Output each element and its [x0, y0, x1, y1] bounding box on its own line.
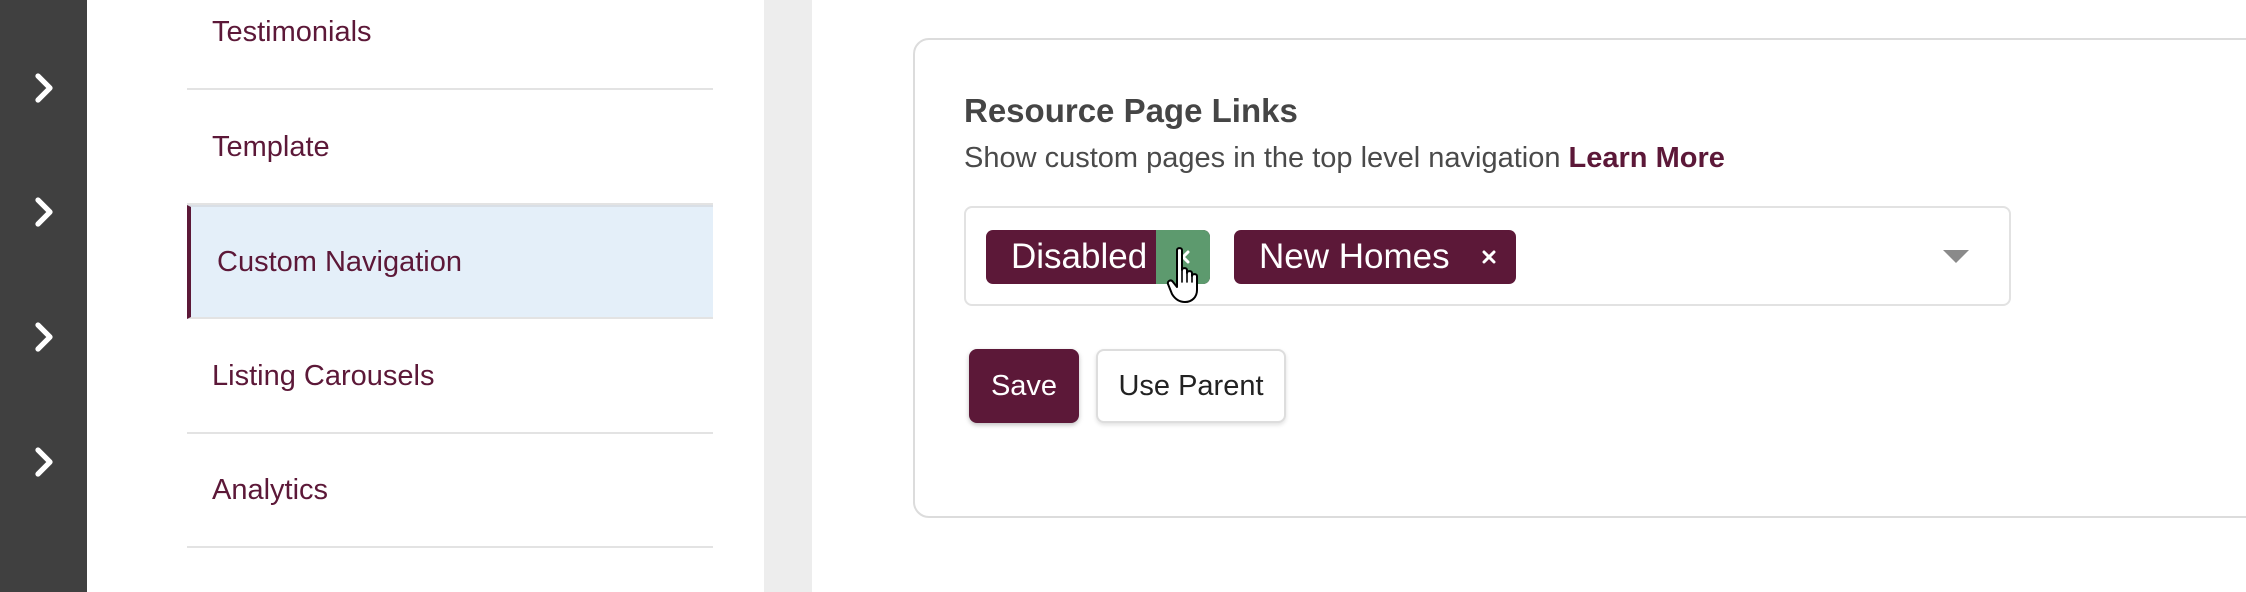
expand-button-1[interactable] — [0, 48, 87, 128]
expand-button-2[interactable] — [0, 172, 87, 252]
chevron-right-icon — [34, 447, 53, 477]
tag-remove-button[interactable] — [1156, 230, 1210, 284]
sidebar-item-label: Template — [212, 130, 330, 163]
close-icon — [1482, 250, 1496, 264]
save-button[interactable]: Save — [969, 349, 1079, 423]
close-icon — [1176, 250, 1190, 264]
card-title: Resource Page Links — [964, 92, 1298, 129]
chevron-right-icon — [34, 197, 53, 227]
sidebar-item-analytics[interactable]: Analytics — [187, 434, 713, 548]
tag-remove-button[interactable] — [1462, 230, 1516, 284]
chevron-right-icon — [34, 322, 53, 352]
tag-label: Disabled — [1011, 237, 1148, 276]
sidebar-item-template[interactable]: Template — [187, 91, 713, 205]
sidebar-item-custom-navigation[interactable]: Custom Navigation — [187, 205, 713, 319]
description-text: Show custom pages in the top level navig… — [964, 142, 1561, 174]
tag-new-homes: New Homes — [1234, 230, 1516, 284]
sidebar-item-label: Custom Navigation — [217, 245, 462, 278]
sidebar-item-listing-carousels[interactable]: Listing Carousels — [187, 320, 713, 434]
gutter — [87, 0, 137, 592]
expand-button-3[interactable] — [0, 297, 87, 377]
sidebar-item-testimonials[interactable]: Testimonials — [187, 0, 713, 90]
use-parent-button[interactable]: Use Parent — [1096, 349, 1286, 423]
dropdown-arrow-icon[interactable] — [1943, 250, 1969, 263]
card-description: Show custom pages in the top level navig… — [964, 142, 1725, 175]
chevron-right-icon — [34, 73, 53, 103]
sidebar-item-label: Analytics — [212, 473, 329, 506]
resource-links-select[interactable]: Disabled New Homes — [964, 206, 2011, 306]
icon-rail — [0, 0, 87, 592]
sidebar-item-label: Listing Carousels — [212, 359, 435, 392]
expand-button-4[interactable] — [0, 422, 87, 502]
learn-more-link[interactable]: Learn More — [1569, 142, 1725, 174]
tag-label: New Homes — [1259, 237, 1450, 276]
sidebar-divider — [764, 0, 812, 592]
tag-disabled: Disabled — [986, 230, 1210, 284]
sidebar-item-label: Testimonials — [212, 15, 372, 48]
